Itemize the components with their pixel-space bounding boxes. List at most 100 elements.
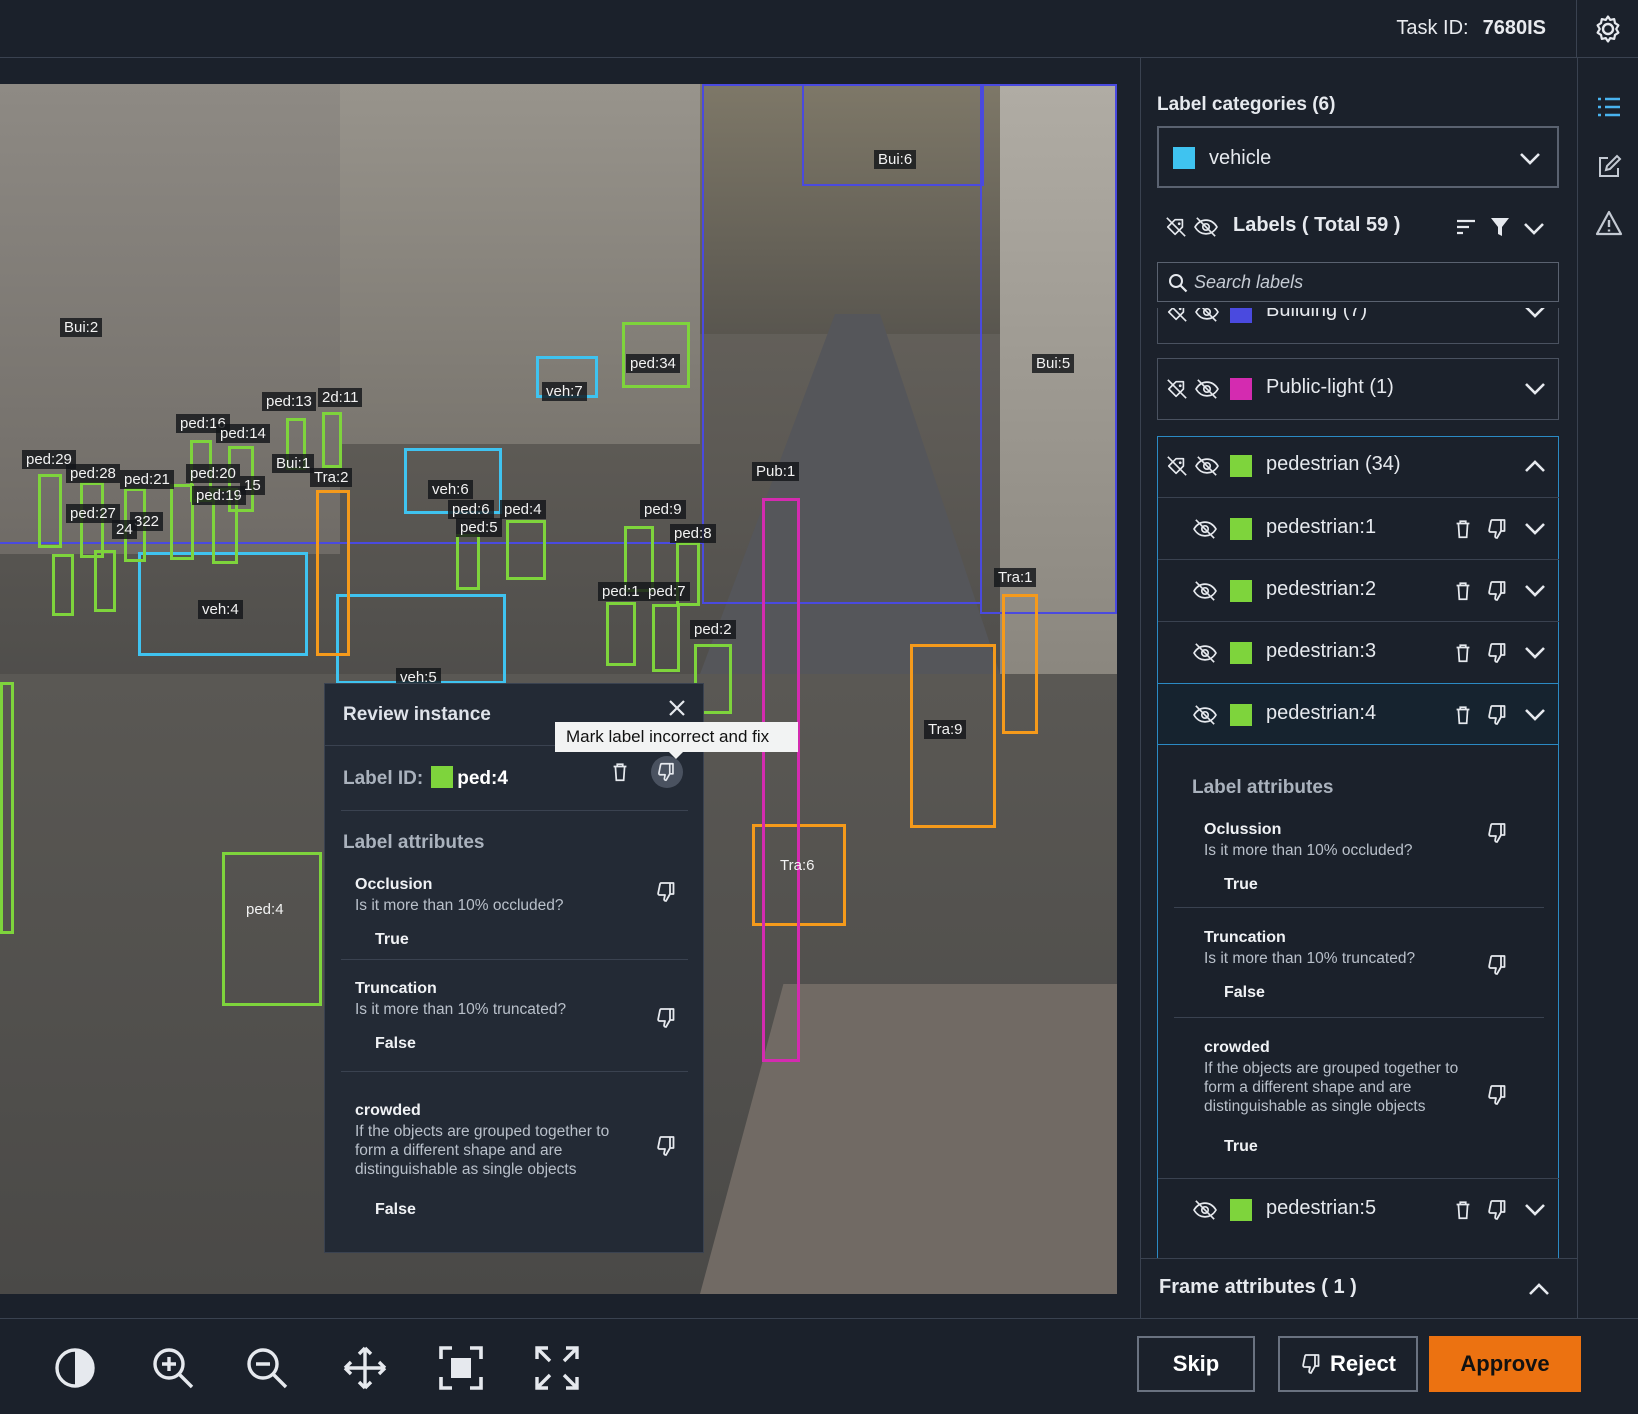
scene-tag[interactable]: ped:8 [670,524,716,543]
zoom-out-icon[interactable] [244,1345,290,1391]
bbox-pedestrian[interactable] [606,602,636,666]
search-labels[interactable] [1157,262,1559,302]
tag-off-icon[interactable] [1166,455,1188,477]
bbox-pedestrian[interactable] [652,604,680,672]
scene-tag[interactable]: Bui:6 [874,150,917,169]
bbox-pedestrian[interactable] [38,474,62,548]
scene-tag[interactable]: Pub:1 [752,462,800,481]
scene-tag[interactable]: Tra:2 [310,468,353,487]
chevron-up-icon[interactable] [1524,459,1546,473]
scene-tag[interactable]: veh:6 [428,480,473,499]
contrast-icon[interactable] [52,1345,98,1391]
scene-tag[interactable]: Bui:1 [272,454,315,473]
trash-icon[interactable] [1452,579,1474,603]
scene-tag[interactable]: 15 [240,476,265,495]
label-group-public-light[interactable]: Public-light (1) [1157,358,1559,420]
scene-tag[interactable]: ped:9 [640,500,686,519]
scene-tag[interactable]: veh:4 [198,600,243,619]
label-item-pedestrian-2[interactable]: pedestrian:2 [1158,559,1559,621]
scene-tag[interactable]: ped:28 [66,464,120,483]
eye-off-icon[interactable] [1194,455,1220,477]
bbox-pedestrian[interactable] [456,534,480,590]
scene-tag[interactable]: ped:13 [262,392,316,411]
scene-tag[interactable]: ped:34 [626,354,680,373]
chevron-down-icon[interactable] [1524,708,1546,722]
scene-tag[interactable]: 2d:11 [318,388,363,407]
scene-tag[interactable]: ped:2 [690,620,736,639]
trash-icon[interactable] [609,760,631,784]
filter-icon[interactable] [1490,216,1510,238]
label-item-pedestrian-3[interactable]: pedestrian:3 [1158,621,1559,683]
thumbs-down-icon[interactable] [1486,703,1510,727]
scene-tag[interactable]: Tra:9 [924,720,967,739]
thumbs-down-icon[interactable] [1486,821,1510,845]
label-item-pedestrian-4[interactable]: pedestrian:4 [1157,683,1559,745]
scene-tag[interactable]: ped:6 [448,500,494,519]
scene-tag[interactable]: Tra:6 [776,856,818,875]
tag-off-icon[interactable] [1166,378,1188,400]
thumbs-down-icon[interactable] [1486,953,1510,977]
bbox-pedestrian[interactable] [0,682,14,934]
chevron-down-icon[interactable] [1524,584,1546,598]
chevron-down-icon[interactable] [1524,522,1546,536]
bbox-pedestrian[interactable] [322,412,342,468]
approve-button[interactable]: Approve [1429,1336,1581,1392]
eye-off-icon[interactable] [1194,378,1220,400]
settings-button[interactable] [1576,0,1638,58]
thumbs-down-icon[interactable] [655,1134,679,1158]
chevron-down-icon[interactable] [1524,382,1546,396]
bbox-pedestrian[interactable] [52,554,74,616]
mark-incorrect-button[interactable] [651,756,683,788]
list-icon[interactable] [1596,96,1622,118]
move-icon[interactable] [342,1345,388,1391]
scene-tag[interactable]: ped:20 [186,464,240,483]
scene-tag[interactable]: ped:14 [216,424,270,443]
scene-tag[interactable]: ped:1 [598,582,644,601]
eye-off-icon[interactable] [1192,580,1218,602]
eye-off-icon[interactable] [1193,216,1219,238]
eye-off-icon[interactable] [1192,518,1218,540]
thumbs-down-icon[interactable] [1486,641,1510,665]
bbox-pedestrian[interactable] [94,550,116,612]
bbox-pedestrian-selected[interactable] [222,852,322,1006]
scene-tag[interactable]: Tra:1 [994,568,1037,587]
fit-icon[interactable] [438,1345,484,1391]
bbox-pedestrian[interactable] [506,520,546,580]
close-icon[interactable] [667,698,687,724]
label-item-pedestrian-5[interactable]: pedestrian:5 [1158,1178,1559,1240]
scene-tag-selected[interactable]: ped:4 [242,900,288,919]
bbox-traffic-light[interactable] [1002,594,1038,734]
chevron-down-icon[interactable] [1524,308,1546,319]
sort-icon[interactable] [1455,218,1477,236]
scene-tag[interactable]: veh:7 [542,382,587,401]
warning-icon[interactable] [1595,210,1623,236]
scene-tag[interactable]: ped:5 [456,518,502,537]
search-input[interactable] [1194,269,1544,295]
scene-tag[interactable]: ped:7 [644,582,690,601]
thumbs-down-icon[interactable] [1486,1198,1510,1222]
tag-off-icon[interactable] [1165,216,1187,238]
trash-icon[interactable] [1452,1198,1474,1222]
scene-tag[interactable]: Bui:5 [1032,354,1075,373]
bbox-pedestrian[interactable] [170,484,194,560]
thumbs-down-icon[interactable] [655,1006,679,1030]
scene-tag[interactable]: ped:19 [192,486,246,505]
thumbs-down-icon[interactable] [655,880,679,904]
bbox-building[interactable] [0,542,702,547]
trash-icon[interactable] [1452,641,1474,665]
bbox-traffic-light[interactable] [316,490,350,656]
thumbs-down-icon[interactable] [1486,517,1510,541]
chevron-down-icon[interactable] [1524,1203,1546,1217]
label-group-building[interactable]: Building (7) [1157,308,1559,344]
eye-off-icon[interactable] [1192,1199,1218,1221]
label-item-pedestrian-1[interactable]: pedestrian:1 [1158,497,1559,559]
trash-icon[interactable] [1452,517,1474,541]
zoom-in-icon[interactable] [150,1345,196,1391]
skip-button[interactable]: Skip [1137,1336,1255,1392]
chevron-down-icon[interactable] [1524,646,1546,660]
thumbs-down-icon[interactable] [1486,1083,1510,1107]
expand-icon[interactable] [534,1345,580,1391]
thumbs-down-icon[interactable] [1486,579,1510,603]
bbox-building[interactable] [802,84,984,186]
reject-button[interactable]: Reject [1278,1336,1418,1392]
